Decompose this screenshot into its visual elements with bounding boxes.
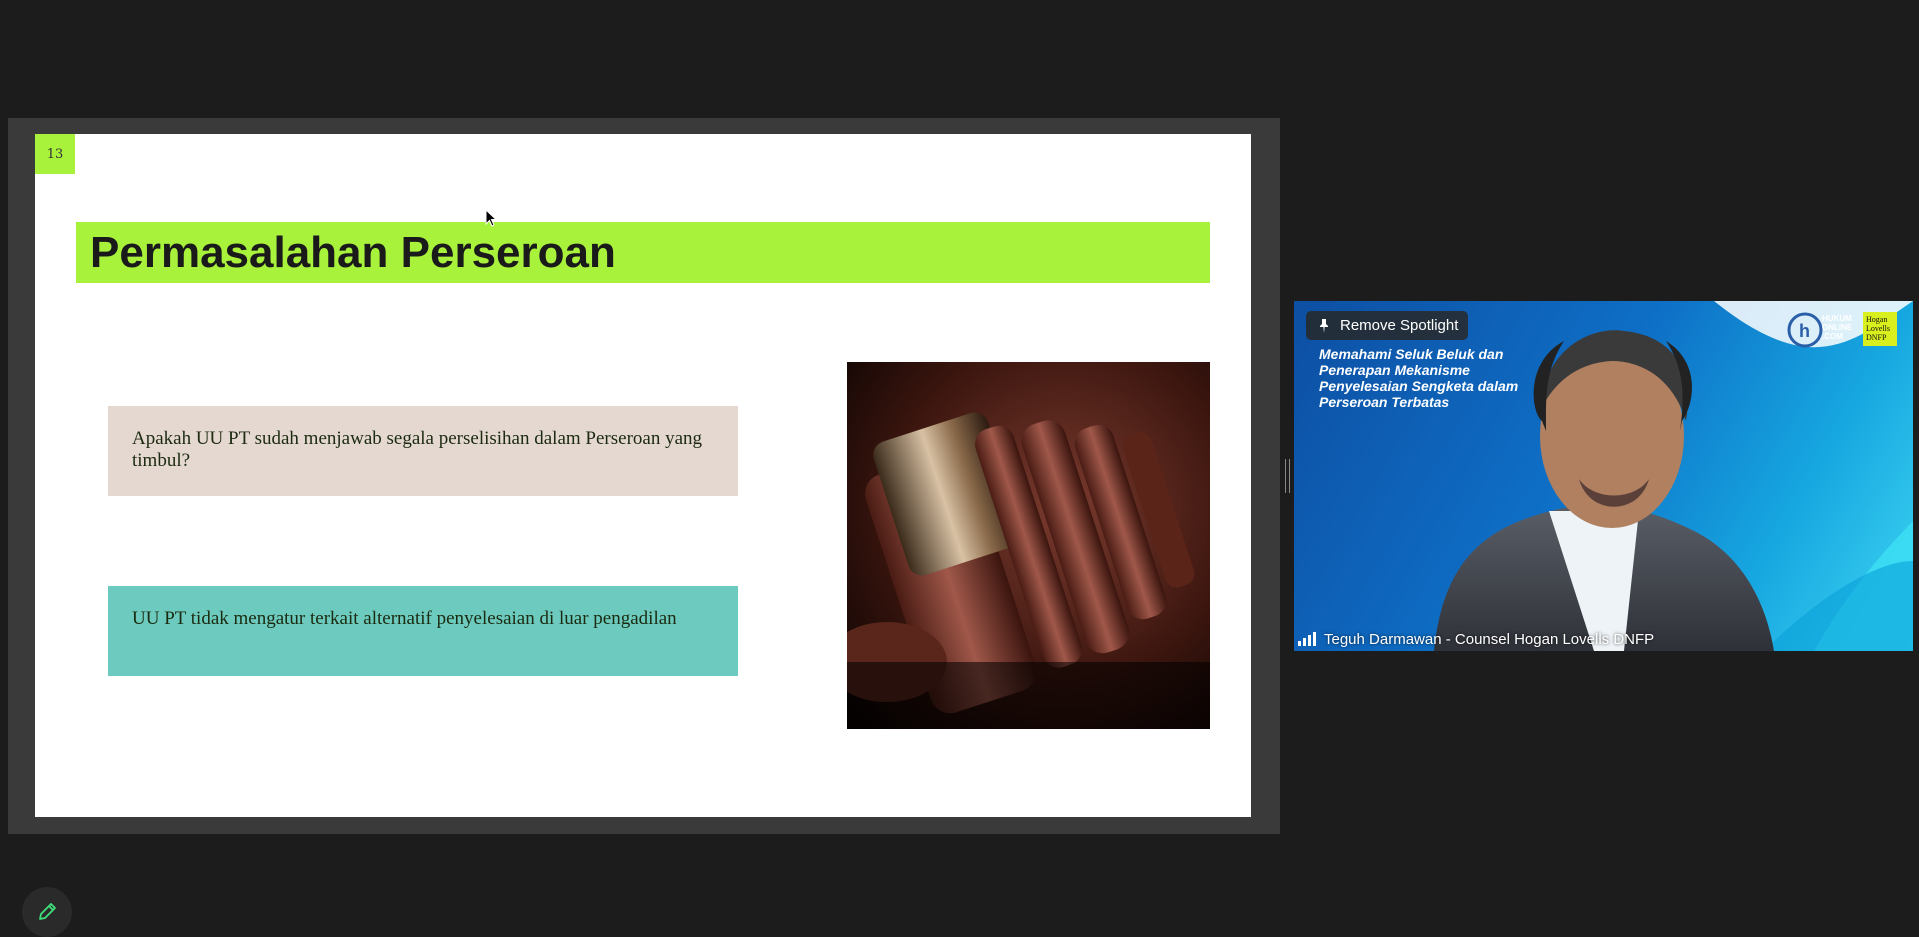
pencil-icon [39, 903, 56, 920]
remove-spotlight-label: Remove Spotlight [1340, 317, 1459, 334]
participant-name-bar: Teguh Darmawan - Counsel Hogan Lovells D… [1298, 628, 1654, 650]
slide-number: 13 [35, 134, 75, 174]
slide-title: Permasalahan Perseroan [90, 227, 616, 277]
slide-title-bar: Permasalahan Perseroan [76, 222, 1210, 283]
pin-icon [1320, 318, 1328, 333]
participant-name: Teguh Darmawan - Counsel Hogan Lovells D… [1324, 630, 1655, 648]
annotate-button[interactable] [22, 887, 72, 937]
question-box: Apakah UU PT sudah menjawab segala perse… [108, 406, 738, 496]
gavel-image [847, 362, 1210, 729]
signal-strength-icon [1298, 632, 1316, 646]
video-headline: Memahami Seluk Beluk dan Penerapan Mekan… [1319, 346, 1519, 410]
remove-spotlight-button[interactable]: Remove Spotlight [1306, 311, 1468, 340]
statement-box: UU PT tidak mengatur terkait alternatif … [108, 586, 738, 676]
logo-text: HUKUM ONLINE .COM [1822, 314, 1853, 341]
hogan-lovells-logo: Hogan Lovells DNFP [1863, 312, 1897, 346]
svg-text:h: h [1799, 321, 1810, 341]
presentation-slide: 13 Permasalahan Perseroan Apakah UU PT s… [35, 134, 1251, 817]
panel-resize-handle[interactable] [1285, 459, 1290, 493]
mouse-cursor-icon [485, 209, 498, 227]
